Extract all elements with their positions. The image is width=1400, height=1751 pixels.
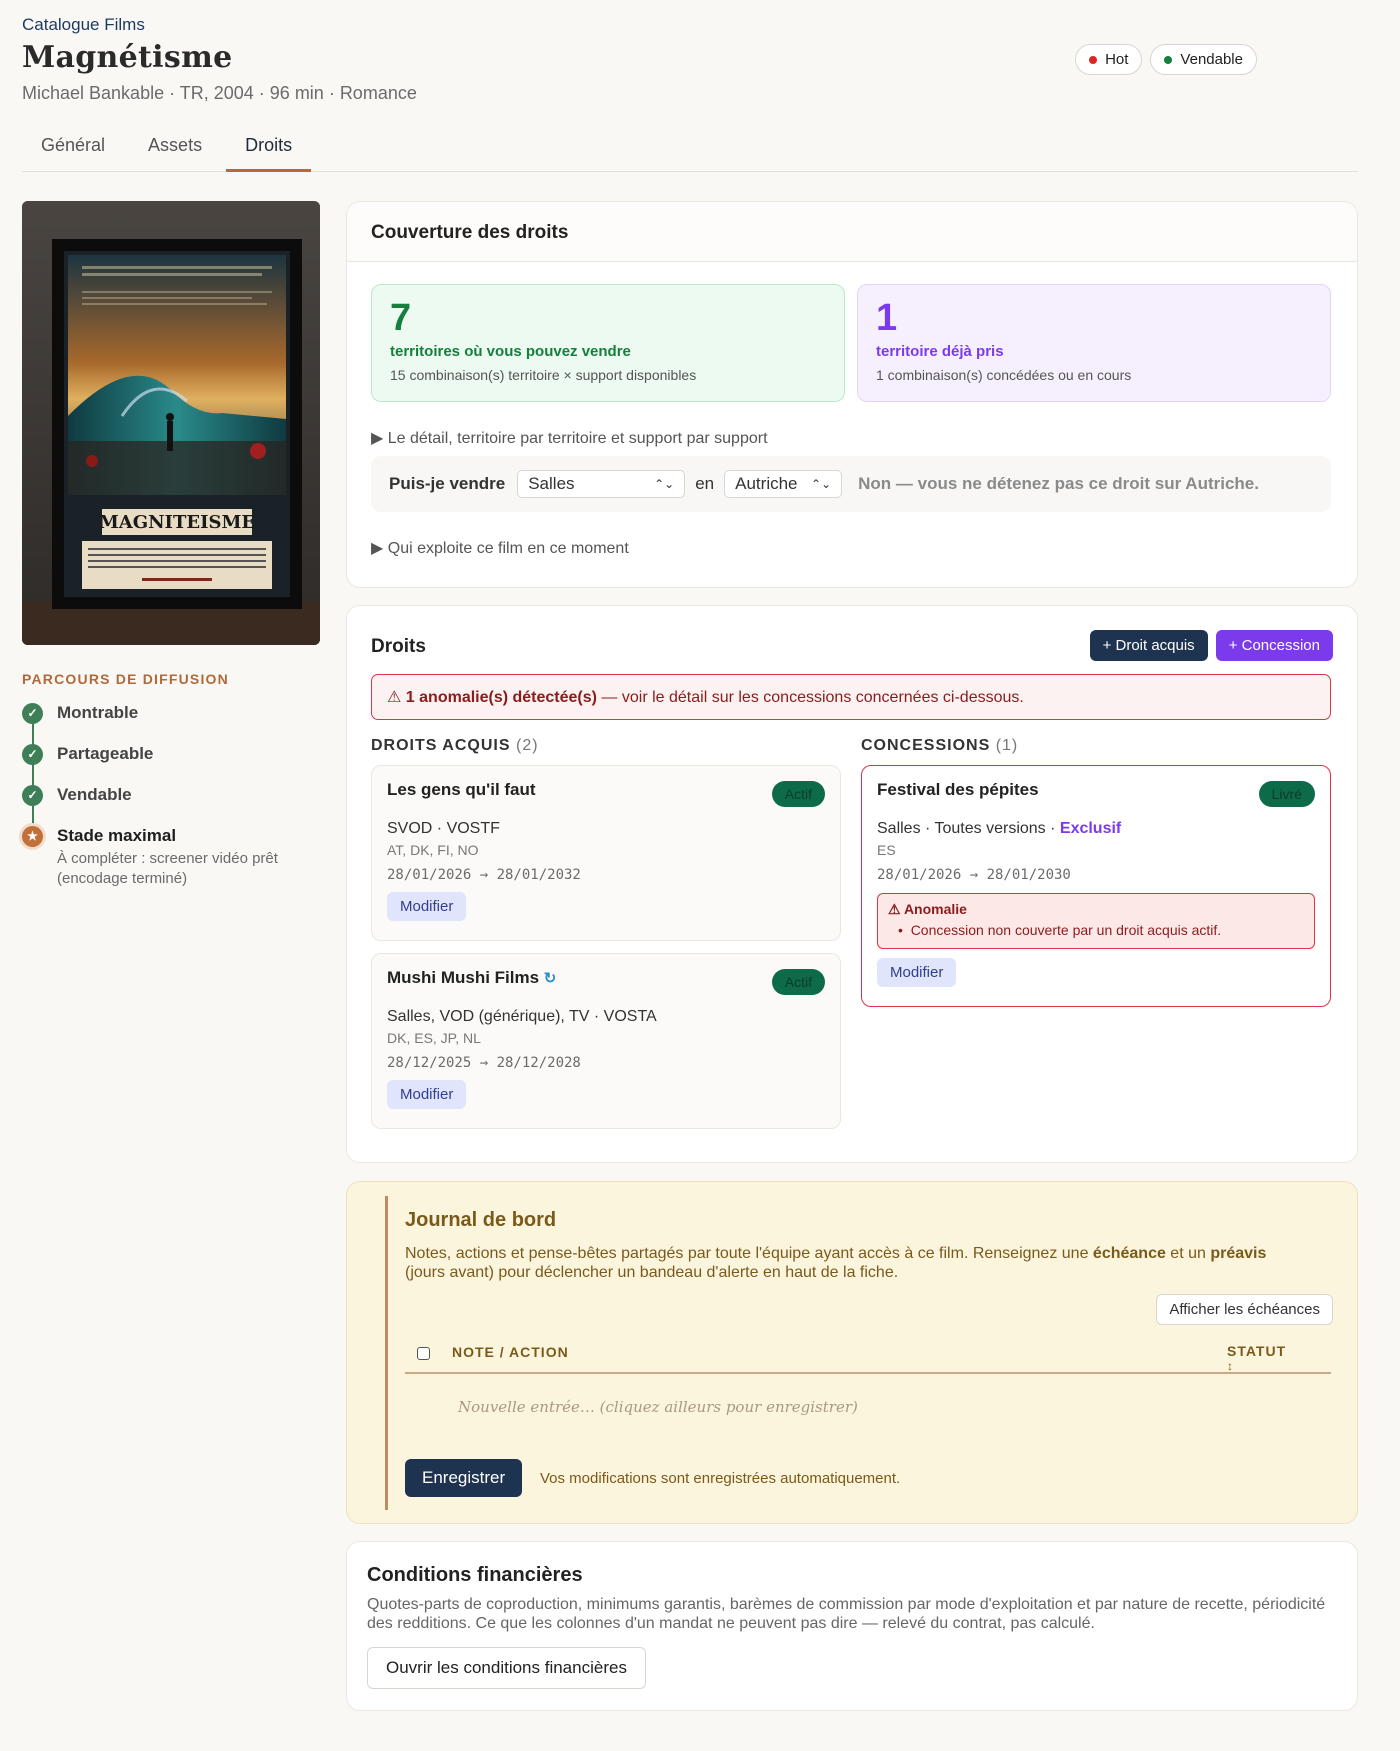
diffusion-steps: ✓ Montrable ✓ Partageable ✓ Vendable ★ S… <box>22 700 312 889</box>
updown-icon: ⌃⌄ <box>654 477 675 491</box>
taken-stat-box: 1 territoire déjà pris 1 combinaison(s) … <box>857 284 1331 402</box>
right-media: SVOD · VOSTF <box>387 820 500 837</box>
modify-button[interactable]: Modifier <box>877 958 957 987</box>
step-partageable: ✓ Partageable <box>22 741 312 782</box>
detail-toggle[interactable]: ▶ Le détail, territoire par territoire e… <box>371 428 768 448</box>
right-territories: DK, ES, JP, NL <box>387 1030 481 1046</box>
breadcrumb[interactable]: Catalogue Films <box>22 15 145 35</box>
col-status[interactable]: STATUT ↕ <box>1227 1344 1286 1373</box>
acquired-right-card: Les gens qu'il faut Actif SVOD · VOSTF A… <box>371 765 841 941</box>
warning-icon: ⚠ <box>888 901 901 917</box>
journal-card: Journal de bord Notes, actions et pense-… <box>346 1181 1358 1524</box>
step-montrable: ✓ Montrable <box>22 700 312 741</box>
delivered-pill: Livré <box>1258 781 1315 807</box>
select-all-checkbox[interactable] <box>417 1347 430 1360</box>
sell-count: 7 <box>390 297 412 339</box>
concession-territories: ES <box>877 842 896 858</box>
tab-general[interactable]: Général <box>22 118 124 172</box>
status-badges: Hot Vendable <box>1075 44 1257 75</box>
step-note: À compléter : screener vidéo prêt (encod… <box>57 850 278 887</box>
right-media: Salles, VOD (générique), TV · VOSTA <box>387 1008 657 1025</box>
finance-description: Quotes-parts de coproduction, minimums g… <box>367 1596 1326 1632</box>
exploit-toggle[interactable]: ▶ Qui exploite ce film en ce moment <box>371 538 629 558</box>
acquired-right-card: Mushi Mushi Films ↻ Actif Salles, VOD (g… <box>371 953 841 1129</box>
sellable-badge: Vendable <box>1150 44 1257 75</box>
right-dates: 28/12/2025 → 28/12/2028 <box>387 1055 581 1071</box>
sell-label: territoires où vous pouvez vendre <box>390 343 631 360</box>
star-icon: ★ <box>22 826 43 847</box>
journal-table-header: NOTE / ACTION STATUT ↕ <box>405 1334 1331 1374</box>
triangle-right-icon: ▶ <box>371 430 384 447</box>
sell-stat-box: 7 territoires où vous pouvez vendre 15 c… <box>371 284 845 402</box>
concession-anomaly: ⚠ Anomalie • Concession non couverte par… <box>877 893 1315 949</box>
active-pill: Actif <box>771 781 825 807</box>
coverage-card: Couverture des droits 7 territoires où v… <box>346 201 1358 588</box>
modify-button[interactable]: Modifier <box>387 1080 467 1109</box>
query-label: Puis-je vendre <box>389 474 506 493</box>
right-dates: 28/01/2026 → 28/01/2032 <box>387 867 581 883</box>
acquired-heading: DROITS ACQUIS (2) <box>371 737 539 754</box>
query-en: en <box>695 474 715 493</box>
anomaly-item: Concession non couverte par un droit acq… <box>910 922 1222 938</box>
can-sell-query: Puis-je vendre Salles ⌃⌄ en Autriche ⌃⌄ No… <box>371 456 1331 512</box>
check-icon: ✓ <box>22 785 43 806</box>
col-note[interactable]: NOTE / ACTION <box>452 1344 569 1360</box>
concession-media: Salles · Toutes versions · <box>877 820 1060 837</box>
check-icon: ✓ <box>22 703 43 724</box>
concessions-heading: CONCESSIONS (1) <box>861 737 1019 754</box>
open-finance-button[interactable]: Ouvrir les conditions financières <box>367 1647 646 1689</box>
active-pill: Actif <box>771 969 825 995</box>
step-vendable: ✓ Vendable <box>22 782 312 823</box>
film-poster: MAGNITEISME <box>22 201 320 645</box>
territory-select[interactable]: Autriche ⌃⌄ <box>724 470 843 498</box>
concession-card: Festival des pépites Livré Salles · Tout… <box>861 765 1331 1007</box>
right-name: Mushi Mushi Films <box>387 968 540 987</box>
taken-sub: 1 combinaison(s) concédées ou en cours <box>876 367 1132 383</box>
autosave-note: Vos modifications sont enregistrées auto… <box>540 1470 901 1487</box>
sort-icon: ↕ <box>1227 1359 1234 1373</box>
red-dot-icon <box>1089 55 1098 64</box>
new-entry-input[interactable]: Nouvelle entrée… (cliquez ailleurs pour … <box>458 1398 858 1416</box>
tab-rights[interactable]: Droits <box>226 118 312 172</box>
tab-bar: Général Assets Droits <box>22 118 1358 172</box>
rights-card: Droits + Droit acquis + Concession ⚠ 1 a… <box>346 605 1358 1163</box>
add-acquired-right-button[interactable]: + Droit acquis <box>1089 630 1208 661</box>
green-dot-icon <box>1164 55 1173 64</box>
updown-icon: ⌃⌄ <box>811 477 832 491</box>
right-name: Les gens qu'il faut <box>387 780 536 799</box>
warning-icon: ⚠ <box>387 689 402 706</box>
query-answer: Non — vous ne détenez pas ce droit sur A… <box>858 474 1259 493</box>
anomaly-alert: ⚠ 1 anomalie(s) détectée(s) — voir le dé… <box>371 674 1331 720</box>
triangle-right-icon: ▶ <box>371 540 384 557</box>
hot-badge: Hot <box>1075 44 1143 75</box>
diffusion-heading: PARCOURS DE DIFFUSION <box>22 671 229 687</box>
right-territories: AT, DK, FI, NO <box>387 842 479 858</box>
sync-icon: ↻ <box>543 970 557 987</box>
page-title: Magnétisme <box>22 40 233 75</box>
check-icon: ✓ <box>22 744 43 765</box>
rights-title: Droits <box>371 636 426 657</box>
sell-sub: 15 combinaison(s) territoire × support d… <box>390 367 697 383</box>
show-deadlines-button[interactable]: Afficher les échéances <box>1156 1294 1333 1325</box>
taken-count: 1 <box>876 297 898 339</box>
coverage-title: Couverture des droits <box>347 202 1357 262</box>
modify-button[interactable]: Modifier <box>387 892 467 921</box>
finance-title: Conditions financières <box>367 1564 583 1586</box>
tab-assets[interactable]: Assets <box>129 118 221 172</box>
poster-title: MAGNITEISME <box>99 512 255 533</box>
concession-dates: 28/01/2026 → 28/01/2030 <box>877 867 1071 883</box>
taken-label: territoire déjà pris <box>876 343 1004 360</box>
exclusive-label: Exclusif <box>1059 820 1122 837</box>
step-stade-maximal: ★ Stade maximal À compléter : screener v… <box>22 823 312 889</box>
save-button[interactable]: Enregistrer <box>405 1459 523 1497</box>
support-select[interactable]: Salles ⌃⌄ <box>517 470 686 498</box>
add-concession-button[interactable]: + Concession <box>1215 630 1333 661</box>
concession-name: Festival des pépites <box>877 780 1039 799</box>
finance-card: Conditions financières Quotes-parts de c… <box>346 1541 1358 1711</box>
journal-title: Journal de bord <box>405 1209 557 1231</box>
film-meta: Michael Bankable · TR, 2004 · 96 min · R… <box>22 83 417 103</box>
journal-description: Notes, actions et pense-bêtes partagés p… <box>405 1245 1267 1281</box>
